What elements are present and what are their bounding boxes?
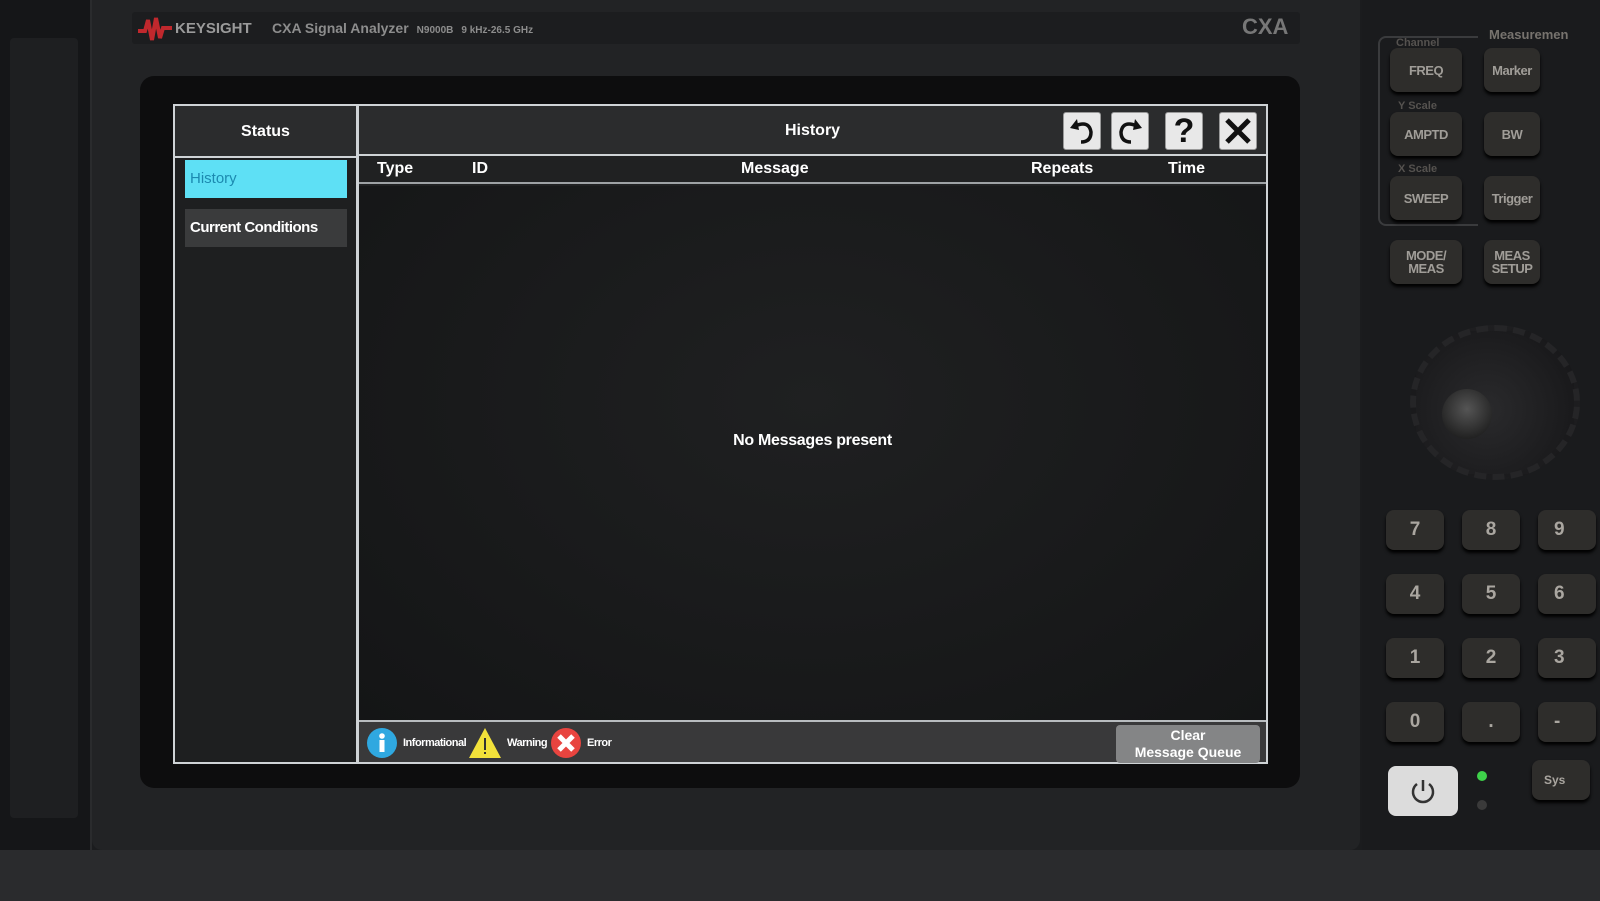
- key-2[interactable]: 2: [1462, 638, 1520, 678]
- standby-led: [1477, 800, 1487, 810]
- close-button[interactable]: [1219, 112, 1257, 150]
- column-message[interactable]: Message: [741, 160, 809, 178]
- bw-key[interactable]: BW: [1484, 112, 1540, 156]
- cxa-badge: CXA: [1242, 14, 1289, 39]
- legend-warning: Warning: [469, 728, 548, 758]
- info-icon: [367, 728, 397, 758]
- sweep-key[interactable]: SWEEP: [1390, 176, 1462, 220]
- close-icon: [1225, 118, 1251, 144]
- power-led-on: [1477, 771, 1487, 781]
- error-icon: [551, 728, 581, 758]
- trigger-key[interactable]: Trigger: [1484, 176, 1540, 220]
- instrument-base: [0, 850, 1600, 901]
- label-x-scale: X Scale: [1398, 163, 1438, 175]
- key-8[interactable]: 8: [1462, 510, 1520, 550]
- undo-icon: [1070, 119, 1093, 144]
- power-button[interactable]: [1388, 766, 1458, 816]
- legend-error: Error: [551, 728, 612, 758]
- model-title: CXA Signal Analyzer N9000B 9 kHz-26.5 GHz: [272, 20, 534, 36]
- key-minus[interactable]: -: [1538, 702, 1596, 742]
- key-6[interactable]: 6: [1538, 574, 1596, 614]
- freq-key[interactable]: FREQ: [1390, 48, 1462, 92]
- meas-setup-key[interactable]: MEAS SETUP: [1484, 240, 1540, 284]
- warning-icon: [469, 728, 501, 758]
- key-9[interactable]: 9: [1538, 510, 1596, 550]
- key-0[interactable]: 0: [1386, 702, 1444, 742]
- redo-icon: [1119, 119, 1142, 144]
- amptd-key[interactable]: AMPTD: [1390, 112, 1462, 156]
- rotary-knob[interactable]: [1410, 325, 1580, 480]
- label-y-scale: Y Scale: [1398, 100, 1437, 112]
- column-id[interactable]: ID: [472, 160, 488, 178]
- redo-button[interactable]: [1111, 112, 1149, 150]
- key-7[interactable]: 7: [1386, 510, 1444, 550]
- undo-button[interactable]: [1063, 112, 1101, 150]
- key-5[interactable]: 5: [1462, 574, 1520, 614]
- key-decimal[interactable]: .: [1462, 702, 1520, 742]
- brand-name: KEYSIGHT: [175, 20, 252, 37]
- mode-meas-key[interactable]: MODE/MEAS: [1390, 240, 1462, 284]
- message-list: No Messages present: [359, 186, 1266, 720]
- column-repeats[interactable]: Repeats: [1031, 160, 1093, 178]
- table-header: Type ID Message Repeats Time: [359, 156, 1266, 184]
- key-3[interactable]: 3: [1538, 638, 1596, 678]
- sidebar-item-history[interactable]: History: [185, 160, 347, 198]
- left-panel: [0, 0, 92, 850]
- sidebar: Status History Current Conditions: [175, 106, 359, 762]
- history-panel: History ? Type ID Message Repeats Time N…: [359, 106, 1266, 763]
- sidebar-title: Status: [175, 106, 356, 158]
- system-key[interactable]: Sys: [1532, 760, 1590, 800]
- legend-bar: Informational Warning Error Clear Message…: [359, 720, 1266, 763]
- keysight-logo-icon: [138, 17, 172, 41]
- empty-message: No Messages present: [733, 432, 892, 449]
- clear-message-queue-button[interactable]: Clear Message Queue: [1116, 725, 1260, 763]
- key-1[interactable]: 1: [1386, 638, 1444, 678]
- column-type[interactable]: Type: [377, 160, 413, 178]
- label-measurement: Measuremen: [1489, 27, 1569, 42]
- status-dialog: Status History Current Conditions Histor…: [173, 104, 1268, 764]
- key-4[interactable]: 4: [1386, 574, 1444, 614]
- help-button[interactable]: ?: [1165, 112, 1203, 150]
- power-icon: [1411, 780, 1435, 804]
- column-time[interactable]: Time: [1168, 160, 1205, 178]
- legend-informational: Informational: [367, 728, 467, 758]
- marker-key[interactable]: Marker: [1484, 48, 1540, 92]
- sidebar-item-current-conditions[interactable]: Current Conditions: [185, 209, 347, 247]
